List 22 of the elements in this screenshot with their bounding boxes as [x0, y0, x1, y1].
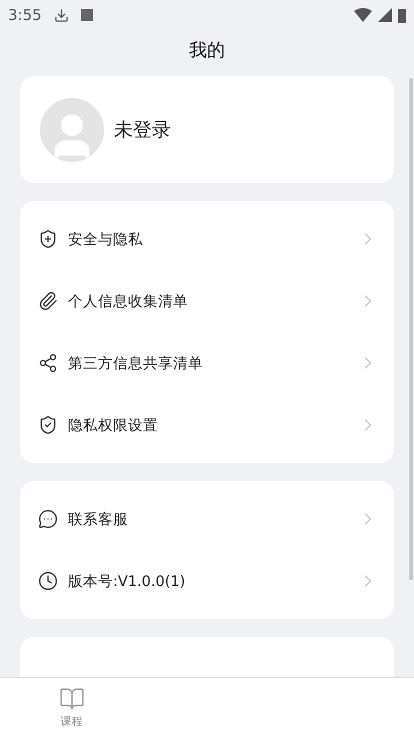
menu-item[interactable]: 版本号:V1.0.0(1) — [68, 572, 348, 590]
menu-item[interactable]: 隐私权限设置 — [68, 416, 348, 434]
paperclip-icon — [38, 291, 58, 311]
chat-bubble-icon — [38, 509, 58, 529]
signal-icon — [378, 8, 392, 22]
menu-item[interactable]: 安全与隐私 — [68, 230, 348, 248]
shield-plus-icon — [38, 229, 58, 249]
profile-card[interactable]: 未登录 — [20, 76, 394, 183]
battery-icon — [398, 8, 406, 22]
status-time: 3:55 — [8, 6, 42, 24]
wifi-icon — [354, 8, 372, 22]
book-icon — [58, 686, 84, 712]
menu-item[interactable]: 第三方信息共享清单 — [68, 354, 348, 372]
page-title: 我的 — [188, 39, 226, 62]
shield-icon — [38, 415, 58, 435]
share-icon — [38, 353, 58, 373]
clock-icon — [38, 571, 58, 591]
menu-item[interactable]: 个人信息收集清单 — [68, 292, 348, 310]
menu-item[interactable]: 联系客服 — [68, 510, 348, 528]
download-icon — [54, 8, 69, 22]
nav-tab[interactable]: 课程 — [0, 678, 143, 736]
login-status: 未登录 — [114, 118, 171, 142]
